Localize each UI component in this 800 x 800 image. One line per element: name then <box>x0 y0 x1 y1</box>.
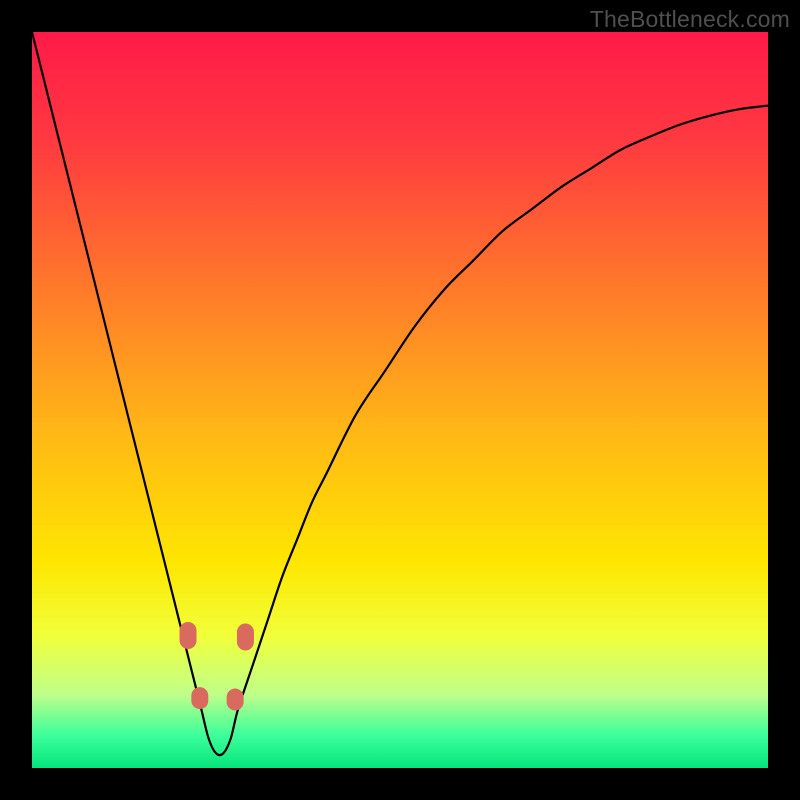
watermark-text: TheBottleneck.com <box>590 6 790 33</box>
curve-marker <box>237 623 254 650</box>
chart-background <box>32 32 768 768</box>
curve-marker <box>180 622 197 649</box>
curve-marker <box>227 689 244 711</box>
bottleneck-chart <box>32 32 768 768</box>
curve-marker <box>191 687 208 709</box>
chart-frame <box>32 32 768 768</box>
